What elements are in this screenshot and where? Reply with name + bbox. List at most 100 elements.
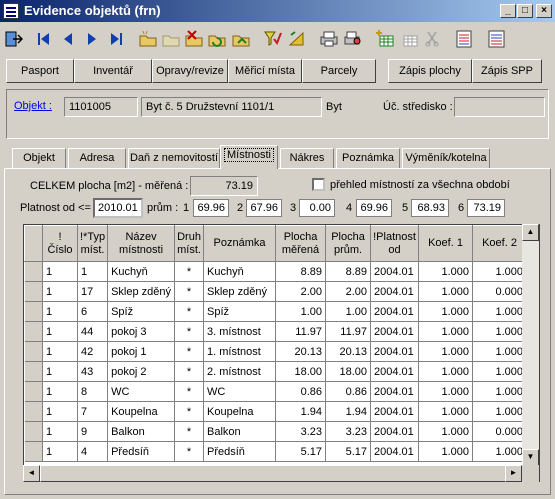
col-druh-cell[interactable]: * <box>174 261 205 282</box>
col-typ-cell[interactable]: 6 <box>77 301 109 322</box>
col-poznamka-cell[interactable]: Kuchyň <box>203 261 277 282</box>
col-typ-cell[interactable]: 17 <box>77 281 109 302</box>
open-button[interactable] <box>160 27 182 51</box>
col-platnost-cell[interactable]: 2004.01 <box>370 401 420 422</box>
col-cislo-cell[interactable]: 1 <box>42 421 78 442</box>
col-plocha-prum-cell[interactable]: 5.17 <box>325 441 372 462</box>
table-row[interactable]: 1 17 Sklep zděný * Sklep zděný 2.00 2.00 2004.0… <box>24 281 528 302</box>
col-druh-cell[interactable]: * <box>174 321 205 342</box>
cut-button[interactable] <box>421 27 443 51</box>
col-poznamka-cell[interactable]: Spíž <box>203 301 277 322</box>
delete-button[interactable] <box>183 27 205 51</box>
col-nazev-cell[interactable]: Balkon <box>107 421 176 442</box>
row-selector[interactable] <box>24 301 43 322</box>
col-plocha-prum-cell[interactable]: 1.00 <box>325 301 372 322</box>
col-plocha-prum-cell[interactable]: 1.94 <box>325 401 372 422</box>
table-row[interactable]: 1 7 Koupelna * Koupelna 1.94 1.94 2004.01 1.000 1… <box>24 401 528 422</box>
col-poznamka-cell[interactable]: Koupelna <box>203 401 277 422</box>
tab-objekt[interactable]: Objekt <box>12 148 66 168</box>
col-koef-2-cell[interactable]: 1.000 <box>472 301 528 322</box>
col-platnost-header[interactable]: !Platnost od <box>370 225 420 262</box>
inventar-button[interactable]: Inventář <box>74 59 152 83</box>
col-plocha-merena-cell[interactable]: 1.94 <box>275 401 327 422</box>
col-platnost-cell[interactable]: 2004.01 <box>370 421 420 442</box>
print-preview-button[interactable] <box>342 27 364 51</box>
col-nazev-cell[interactable]: Koupelna <box>107 401 176 422</box>
col-cislo-header[interactable]: ! Číslo <box>42 225 78 262</box>
row-selector[interactable] <box>24 281 43 302</box>
table-row[interactable]: 1 1 Kuchyň * Kuchyň 8.89 8.89 2004.01 1.000 1.000 <box>24 261 528 282</box>
row-selector[interactable] <box>24 401 43 422</box>
col-poznamka-cell[interactable]: 2. místnost <box>203 361 277 382</box>
col-koef-2-header[interactable]: Koef. 2 <box>472 225 528 262</box>
close-button[interactable]: × <box>536 4 552 18</box>
minimize-button[interactable]: _ <box>500 4 516 18</box>
col-koef-1-cell[interactable]: 1.000 <box>418 361 474 382</box>
zapis-plochy-button[interactable]: Zápis plochy <box>388 59 472 83</box>
table-row[interactable]: 1 6 Spíž * Spíž 1.00 1.00 2004.01 1.000 1.000 <box>24 301 528 322</box>
col-druh-cell[interactable]: * <box>174 401 205 422</box>
col-nazev-cell[interactable]: Kuchyň <box>107 261 176 282</box>
new-button[interactable] <box>137 27 159 51</box>
scroll-thumb[interactable] <box>40 465 514 482</box>
col-platnost-cell[interactable]: 2004.01 <box>370 301 420 322</box>
col-plocha-prum-header[interactable]: Plocha prům. <box>325 225 372 262</box>
table-row[interactable]: 1 8 WC * WC 0.86 0.86 2004.01 1.000 1.000 <box>24 381 528 402</box>
col-poznamka-cell[interactable]: Sklep zděný <box>203 281 277 302</box>
col-druh-cell[interactable]: * <box>174 421 205 442</box>
col-koef-1-cell[interactable]: 1.000 <box>418 401 474 422</box>
opravy-revize-button[interactable]: Opravy/revize <box>152 59 228 83</box>
merici-mista-button[interactable]: Měřicí místa <box>228 59 302 83</box>
col-poznamka-cell[interactable]: 1. místnost <box>203 341 277 362</box>
col-koef-1-cell[interactable]: 1.000 <box>418 341 474 362</box>
tab-adresa[interactable]: Adresa <box>68 148 126 168</box>
scroll-up-button[interactable]: ▲ <box>522 224 539 241</box>
col-plocha-prum-cell[interactable]: 8.89 <box>325 261 372 282</box>
col-koef-2-cell[interactable]: 0.000 <box>472 421 528 442</box>
col-plocha-prum-cell[interactable]: 0.86 <box>325 381 372 402</box>
col-koef-1-cell[interactable]: 1.000 <box>418 261 474 282</box>
row-selector[interactable] <box>24 341 43 362</box>
col-koef-2-cell[interactable]: 0.000 <box>472 281 528 302</box>
col-nazev-cell[interactable]: Sklep zděný <box>107 281 176 302</box>
table-row[interactable]: 1 44 pokoj 3 * 3. místnost 11.97 11.97 2004.01 1… <box>24 321 528 342</box>
col-typ-cell[interactable]: 43 <box>77 361 109 382</box>
object-link[interactable]: Objekt : <box>14 100 52 112</box>
table-button[interactable] <box>398 27 420 51</box>
print-button[interactable] <box>318 27 340 51</box>
col-koef-2-cell[interactable]: 1.000 <box>472 381 528 402</box>
col-cislo-cell[interactable]: 1 <box>42 341 78 362</box>
col-typ-cell[interactable]: 8 <box>77 381 109 402</box>
col-koef-1-cell[interactable]: 1.000 <box>418 321 474 342</box>
col-koef-1-cell[interactable]: 1.000 <box>418 441 474 462</box>
col-typ-cell[interactable]: 4 <box>77 441 109 462</box>
tab-poznamka[interactable]: Poznámka <box>336 148 400 168</box>
col-koef-2-cell[interactable]: 1.000 <box>472 341 528 362</box>
col-poznamka-cell[interactable]: Předsíň <box>203 441 277 462</box>
col-druh-header[interactable]: Druh míst. <box>174 225 205 262</box>
col-druh-cell[interactable]: * <box>174 281 205 302</box>
col-druh-cell[interactable]: * <box>174 441 205 462</box>
tab-vymenik[interactable]: Výměník/kotelna <box>402 148 490 168</box>
vertical-scrollbar[interactable]: ▲ ▼ <box>522 224 539 466</box>
pasport-button[interactable]: Pasport <box>6 59 74 83</box>
zapis-spp-button[interactable]: Zápis SPP <box>472 59 542 83</box>
col-nazev-cell[interactable]: pokoj 2 <box>107 361 176 382</box>
tab-nakres[interactable]: Nákres <box>280 148 334 168</box>
col-nazev-cell[interactable]: WC <box>107 381 176 402</box>
col-nazev-cell[interactable]: pokoj 3 <box>107 321 176 342</box>
col-cislo-cell[interactable]: 1 <box>42 281 78 302</box>
col-cislo-cell[interactable]: 1 <box>42 381 78 402</box>
col-cislo-cell[interactable]: 1 <box>42 261 78 282</box>
tab-mistnosti[interactable]: Místnosti <box>220 145 278 169</box>
col-druh-cell[interactable]: * <box>174 381 205 402</box>
col-druh-cell[interactable]: * <box>174 341 205 362</box>
col-nazev-header[interactable]: Název místnosti <box>107 225 176 262</box>
col-poznamka-cell[interactable]: Balkon <box>203 421 277 442</box>
parcely-button[interactable]: Parcely <box>302 59 376 83</box>
scroll-right-button[interactable]: ► <box>505 465 522 482</box>
col-koef-2-cell[interactable]: 1.000 <box>472 401 528 422</box>
col-cislo-cell[interactable]: 1 <box>42 441 78 462</box>
col-platnost-cell[interactable]: 2004.01 <box>370 281 420 302</box>
table-row[interactable]: 1 42 pokoj 1 * 1. místnost 20.13 20.13 2004.01 1… <box>24 341 528 362</box>
